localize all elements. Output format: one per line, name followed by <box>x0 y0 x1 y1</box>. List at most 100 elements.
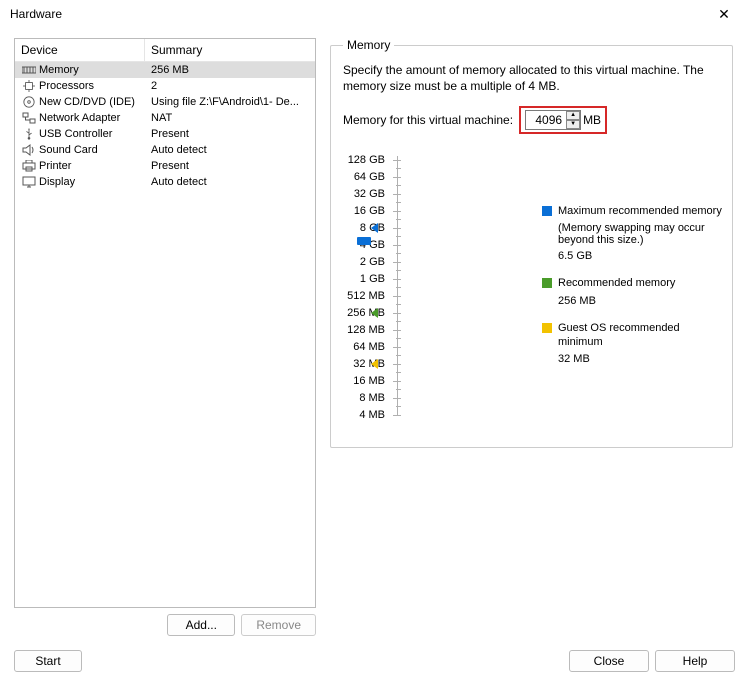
table-row[interactable]: New CD/DVD (IDE)Using file Z:\F\Android\… <box>15 94 315 110</box>
legend-rec-value: 256 MB <box>558 295 722 307</box>
table-row[interactable]: Sound CardAuto detect <box>15 142 315 158</box>
scale-label: 4 MB <box>343 407 391 424</box>
scale-tick-fine <box>396 355 401 356</box>
scale-label: 128 MB <box>343 322 391 339</box>
printer-icon <box>21 159 37 173</box>
scale-label: 32 MB <box>343 356 391 373</box>
memory-input-highlight: 4096 ▲▼ MB <box>519 106 607 134</box>
legend-rec-title: Recommended memory <box>558 276 722 290</box>
device-name: Memory <box>39 64 151 76</box>
legend-min-color-icon <box>542 323 552 333</box>
legend-max-value: 6.5 GB <box>558 250 722 262</box>
device-summary: 2 <box>151 80 157 92</box>
help-button[interactable]: Help <box>655 650 735 672</box>
table-row[interactable]: Network AdapterNAT <box>15 110 315 126</box>
device-name: Network Adapter <box>39 112 151 124</box>
legend-min-value: 32 MB <box>558 353 722 365</box>
scale-tick <box>393 415 401 416</box>
legend-min-title: Guest OS recommended minimum <box>558 321 722 350</box>
scale-label: 512 MB <box>343 288 391 305</box>
scale-tick-fine <box>396 219 401 220</box>
scale-tick <box>393 177 401 178</box>
memory-legend: Maximum recommended memory (Memory swapp… <box>542 204 722 379</box>
scale-tick-fine <box>396 321 401 322</box>
add-button[interactable]: Add... <box>167 614 235 636</box>
device-summary: Using file Z:\F\Android\1- De... <box>151 96 299 108</box>
device-name: New CD/DVD (IDE) <box>39 96 151 108</box>
memory-slider-handle[interactable] <box>357 237 371 245</box>
network-icon <box>21 111 37 125</box>
hardware-list-panel: Device Summary Memory256 MBProcessors2Ne… <box>14 38 316 636</box>
memory-group: Memory Specify the amount of memory allo… <box>330 38 733 448</box>
scale-tick-fine <box>396 185 401 186</box>
column-header-summary[interactable]: Summary <box>145 39 208 61</box>
scale-tick <box>393 194 401 195</box>
scale-tick <box>393 381 401 382</box>
spin-up-icon[interactable]: ▲ <box>566 111 580 120</box>
recommended-memory-marker-icon <box>371 308 378 318</box>
scale-tick <box>393 330 401 331</box>
memory-description: Specify the amount of memory allocated t… <box>343 62 720 94</box>
memory-unit: MB <box>583 113 601 127</box>
memory-input-label: Memory for this virtual machine: <box>343 113 513 127</box>
scale-tick-fine <box>396 372 401 373</box>
usb-icon <box>21 127 37 141</box>
start-button[interactable]: Start <box>14 650 82 672</box>
device-name: Sound Card <box>39 144 151 156</box>
remove-button: Remove <box>241 614 316 636</box>
table-row[interactable]: USB ControllerPresent <box>15 126 315 142</box>
scale-tick <box>393 262 401 263</box>
title-bar: Hardware ✕ <box>0 0 749 28</box>
legend-rec-color-icon <box>542 278 552 288</box>
device-name: Display <box>39 176 151 188</box>
scale-tick <box>393 398 401 399</box>
table-row[interactable]: Memory256 MB <box>15 62 315 78</box>
close-icon[interactable]: ✕ <box>707 2 741 26</box>
scale-tick-fine <box>396 304 401 305</box>
memory-icon <box>21 63 37 77</box>
legend-max-title: Maximum recommended memory <box>558 204 722 218</box>
window-title: Hardware <box>10 7 62 21</box>
cpu-icon <box>21 79 37 93</box>
device-summary: NAT <box>151 112 172 124</box>
table-row[interactable]: PrinterPresent <box>15 158 315 174</box>
device-summary: Present <box>151 160 189 172</box>
scale-tick-fine <box>396 253 401 254</box>
legend-max-color-icon <box>542 206 552 216</box>
scale-tick-fine <box>396 338 401 339</box>
scale-tick-fine <box>396 202 401 203</box>
bottom-bar: Start Close Help <box>0 646 749 676</box>
scale-label: 64 MB <box>343 339 391 356</box>
scale-label: 8 GB <box>343 220 391 237</box>
scale-label: 256 MB <box>343 305 391 322</box>
spin-down-icon[interactable]: ▼ <box>566 120 580 129</box>
scale-tick-fine <box>396 168 401 169</box>
scale-label: 32 GB <box>343 186 391 203</box>
device-name: Printer <box>39 160 151 172</box>
device-name: USB Controller <box>39 128 151 140</box>
memory-value: 4096 <box>535 113 562 127</box>
column-header-device[interactable]: Device <box>15 39 145 61</box>
scale-tick <box>393 245 401 246</box>
hardware-table: Device Summary Memory256 MBProcessors2Ne… <box>14 38 316 608</box>
legend-max-sub: (Memory swapping may occur beyond this s… <box>558 222 722 246</box>
sound-icon <box>21 143 37 157</box>
table-row[interactable]: Processors2 <box>15 78 315 94</box>
scale-tick <box>393 228 401 229</box>
scale-tick <box>393 313 401 314</box>
device-name: Processors <box>39 80 151 92</box>
max-memory-marker-icon <box>371 223 378 233</box>
scale-tick <box>393 347 401 348</box>
scale-tick-fine <box>396 406 401 407</box>
memory-spinner[interactable]: ▲▼ <box>566 111 580 129</box>
close-button[interactable]: Close <box>569 650 649 672</box>
scale-tick <box>393 160 401 161</box>
cd-icon <box>21 95 37 109</box>
scale-label: 2 GB <box>343 254 391 271</box>
device-summary: Auto detect <box>151 144 207 156</box>
table-row[interactable]: DisplayAuto detect <box>15 174 315 190</box>
scale-tick <box>393 279 401 280</box>
scale-label: 128 GB <box>343 152 391 169</box>
scale-tick-fine <box>396 287 401 288</box>
min-memory-marker-icon <box>371 359 378 369</box>
